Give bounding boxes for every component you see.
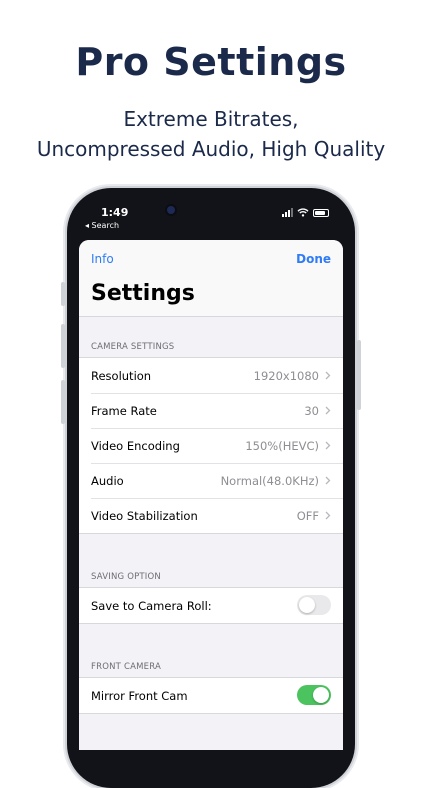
chevron-right-icon: [325, 406, 331, 415]
page-title: Settings: [91, 281, 195, 306]
setting-label: Video Encoding: [91, 438, 180, 453]
back-to-search-link[interactable]: ◂ Search: [85, 221, 119, 230]
setting-row-video-encoding[interactable]: Video Encoding 150%(HEVC): [79, 428, 343, 463]
toggle-knob: [313, 687, 329, 703]
toggle-knob: [299, 597, 315, 613]
chevron-right-icon: [325, 371, 331, 380]
power-button: [357, 340, 361, 410]
cellular-signal-icon: [282, 208, 293, 217]
setting-row-save-to-camera-roll: Save to Camera Roll:: [79, 588, 343, 623]
chevron-right-icon: [325, 476, 331, 485]
volume-down-button: [61, 380, 65, 424]
setting-row-video-stabilization[interactable]: Video Stabilization OFF: [79, 498, 343, 533]
mute-switch: [61, 282, 65, 306]
volume-up-button: [61, 324, 65, 368]
status-time: 1:49: [101, 206, 129, 219]
setting-value: 1920x1080: [253, 368, 319, 383]
setting-row-frame-rate[interactable]: Frame Rate 30: [79, 393, 343, 428]
setting-value: 150%(HEVC): [245, 438, 319, 453]
info-button[interactable]: Info: [91, 252, 114, 266]
setting-row-mirror-front-cam: Mirror Front Cam: [79, 678, 343, 713]
status-bar: 1:49 ◂ Search: [67, 188, 355, 240]
chevron-right-icon: [325, 511, 331, 520]
front-camera-group: Mirror Front Cam: [79, 677, 343, 714]
setting-label: Save to Camera Roll:: [91, 598, 212, 613]
section-header-saving-option: SAVING OPTION: [91, 572, 161, 582]
setting-row-audio[interactable]: Audio Normal(48.0KHz): [79, 463, 343, 498]
section-header-camera-settings: CAMERA SETTINGS: [91, 342, 175, 352]
promo-subtitle-line-2: Uncompressed Audio, High Quality: [36, 137, 386, 161]
saving-option-group: Save to Camera Roll:: [79, 587, 343, 624]
setting-label: Frame Rate: [91, 403, 157, 418]
setting-value: Normal(48.0KHz): [220, 473, 319, 488]
done-button[interactable]: Done: [296, 252, 331, 266]
setting-value: 30: [304, 403, 319, 418]
front-camera-lens: [167, 206, 175, 214]
section-header-front-camera: FRONT CAMERA: [91, 662, 161, 672]
setting-label: Video Stabilization: [91, 508, 198, 523]
chevron-right-icon: [325, 441, 331, 450]
setting-label: Resolution: [91, 368, 152, 383]
settings-screen: Info Done Settings CAMERA SETTINGS Resol…: [79, 240, 343, 750]
setting-row-resolution[interactable]: Resolution 1920x1080: [79, 358, 343, 393]
battery-icon: [313, 208, 329, 217]
promo-title: Pro Settings: [75, 40, 347, 84]
mirror-front-cam-toggle[interactable]: [297, 685, 331, 705]
wifi-icon: [297, 208, 309, 217]
navigation-bar: Info Done Settings: [79, 240, 343, 317]
setting-label: Mirror Front Cam: [91, 688, 188, 703]
status-icons: [282, 208, 329, 217]
camera-settings-group: Resolution 1920x1080 Frame Rate 30 Video…: [79, 357, 343, 534]
promo-subtitle: Extreme Bitrates, Uncompressed Audio, Hi…: [0, 104, 422, 164]
setting-label: Audio: [91, 473, 124, 488]
promo-subtitle-line-1: Extreme Bitrates,: [123, 107, 299, 131]
setting-value: OFF: [296, 508, 319, 523]
save-to-camera-roll-toggle[interactable]: [297, 595, 331, 615]
